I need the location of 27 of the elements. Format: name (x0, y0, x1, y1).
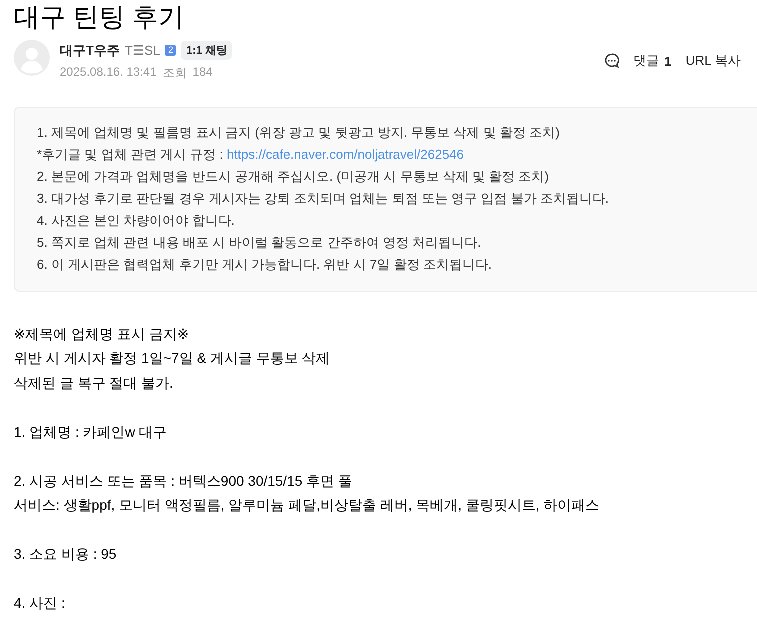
notice-text: *후기글 및 업체 관련 게시 규정 : (37, 147, 224, 162)
level-badge: 2 (165, 45, 176, 56)
notice-text: 5. 쪽지로 업체 관련 내용 배포 시 바이럴 활동으로 간주하여 영정 처리됩니다. (37, 234, 482, 252)
comment-icon[interactable] (604, 53, 620, 69)
notice-text: 3. 대가성 후기로 판단될 경우 게시자는 강퇴 조치되며 업체는 퇴점 또는 영구 입점 불가 조치됩니다. (37, 190, 610, 208)
notice-text: 6. 이 게시판은 협력업체 후기만 게시 가능합니다. 위반 시 7일 활정 조치됩니다. (37, 256, 494, 274)
url-copy-link[interactable]: URL 복사 (686, 52, 741, 70)
body-text: ※제목에 업체명 표시 금지※ (14, 324, 190, 344)
body-text: 1. 업체명 : 카페인w 대구 (14, 422, 168, 442)
body-text: 서비스: 생활ppf, 모니터 액정필름, 알루미늄 페달,비상탈출 레버, 목베개, 쿨링핏시트, 하이패스 (14, 496, 601, 515)
body-text: 삭제된 글 복구 절대 불가. (14, 374, 174, 392)
body-text: 2. 시공 서비스 또는 품목 : 버텍스900 30/15/15 후면 풀 (14, 472, 354, 490)
notice-text: 1. 제목에 업체명 및 필름명 표시 금지 (위장 광고 및 뒷광고 방지. 무통보 삭제 및 활정 조치) (37, 124, 561, 142)
body-text: 3. 소요 비용 : 95 (14, 545, 118, 564)
body-text: 위반 시 게시자 활정 1일~7일 & 게시글 무통보 삭제 (14, 349, 332, 368)
author-name[interactable]: 대구T우주 (60, 42, 120, 60)
comments-label[interactable]: 댓글 (634, 52, 660, 70)
comments-count[interactable]: 1 (664, 54, 672, 68)
views-count: 184 (192, 65, 213, 81)
body-text: 4. 사진 : (14, 594, 66, 613)
notice-text: 4. 사진은 본인 차량이어야 합니다. (37, 212, 236, 230)
views-label: 조회 (162, 65, 187, 82)
post-title: 대구 틴팅 후기 (14, 1, 184, 34)
author-tag: T☰SL (124, 42, 160, 58)
notice-text: 2. 본문에 가격과 업체명을 반드시 공개해 주십시오. (미공개 시 무통보 삭제 및 활정 조치) (37, 168, 550, 186)
chat-button[interactable]: 1:1 채팅 (181, 41, 232, 60)
post-date: 2025.08.16. 13:41 (60, 65, 157, 81)
